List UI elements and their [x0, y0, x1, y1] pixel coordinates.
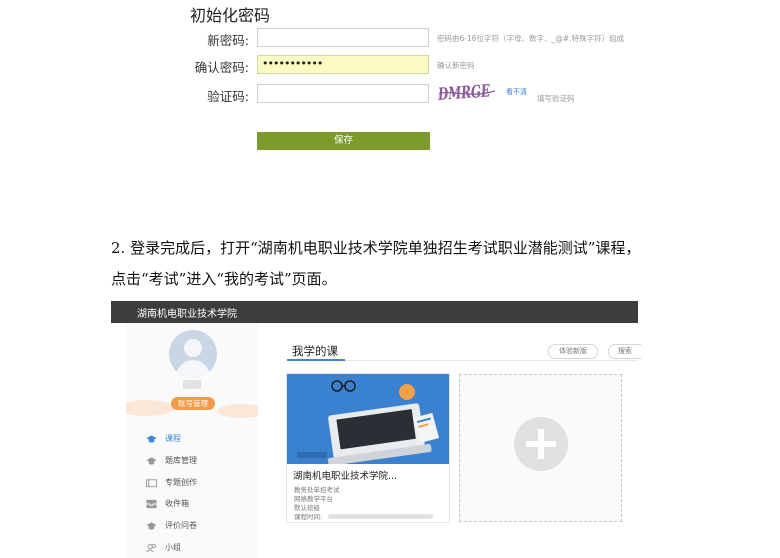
sidebar-item-inbox[interactable]: 收件箱: [146, 498, 189, 509]
plus-icon: [514, 417, 568, 471]
instruction-line-2: 点击“考试”进入“我的考试”页面。: [111, 270, 337, 288]
captcha-label: 验证码:: [207, 89, 249, 104]
graduation-cap-icon: [146, 456, 157, 465]
school-name: 湖南机电职业技术学院: [137, 309, 237, 320]
new-password-hint: 密码由6-16位字符（字母、数字、_@#.特殊字符）组成: [437, 34, 624, 43]
captcha-input[interactable]: [257, 84, 429, 103]
search-button[interactable]: 搜索: [608, 344, 641, 359]
add-course-card[interactable]: [459, 374, 622, 522]
form-title: 初始化密码: [190, 6, 271, 25]
sidebar-item-courses[interactable]: 课程: [146, 433, 181, 444]
inbox-icon: [146, 499, 157, 508]
sidebar-item-label: 收件箱: [165, 499, 189, 508]
confirm-password-hint: 确认新密码: [437, 61, 475, 70]
confirm-password-label: 确认密码:: [194, 60, 249, 75]
top-bar: 湖南机电职业技术学院: [111, 301, 638, 323]
captcha-refresh-link[interactable]: 看不清: [506, 87, 527, 97]
sidebar-item-evaluation[interactable]: 评价问卷: [146, 520, 197, 531]
graduation-cap-icon: [146, 434, 157, 443]
instruction-line-1: 2. 登录完成后，打开“湖南机电职业技术学院单独招生考试职业潜能测试”课程，: [111, 239, 641, 257]
sidebar-item-label: 课程: [165, 434, 181, 443]
sidebar-item-label: 专题创作: [165, 478, 197, 487]
graduation-cap-icon: [146, 521, 157, 530]
course-info-line: 课程时间:: [294, 513, 323, 521]
captcha-hint: 填写验证码: [537, 94, 575, 103]
group-icon: [146, 543, 156, 552]
course-cover-image: [287, 374, 449, 464]
avatar[interactable]: [169, 330, 217, 378]
new-password-input[interactable]: [257, 28, 429, 47]
sidebar-item-label: 评价问卷: [165, 521, 197, 530]
save-button[interactable]: 保存: [257, 132, 430, 150]
course-time-redacted: [328, 514, 433, 519]
section-title-underline: [287, 359, 345, 361]
confirm-password-input[interactable]: •••••••••••: [257, 55, 429, 74]
sidebar-item-topic-creation[interactable]: 专题创作: [146, 477, 197, 488]
course-card[interactable]: 湖南机电职业技术学院... 教务处单招考试 网络教学平台 默认班级 课程时间:: [286, 373, 450, 523]
user-name-redacted: [183, 380, 201, 389]
try-new-version-button[interactable]: 体验新版: [548, 344, 598, 359]
new-password-label: 新密码:: [207, 33, 249, 48]
sidebar-item-label: 小组: [165, 543, 181, 552]
captcha-image[interactable]: DMRGE: [437, 80, 497, 105]
account-management-button[interactable]: 账号管理: [171, 397, 215, 410]
section-title: 我学的课: [292, 344, 338, 358]
sidebar-item-groups[interactable]: 小组: [146, 542, 181, 553]
course-title: 湖南机电职业技术学院...: [293, 471, 398, 482]
sidebar-item-question-bank[interactable]: 题库管理: [146, 455, 197, 466]
sidebar-item-label: 题库管理: [165, 456, 197, 465]
folder-icon: [146, 478, 157, 487]
